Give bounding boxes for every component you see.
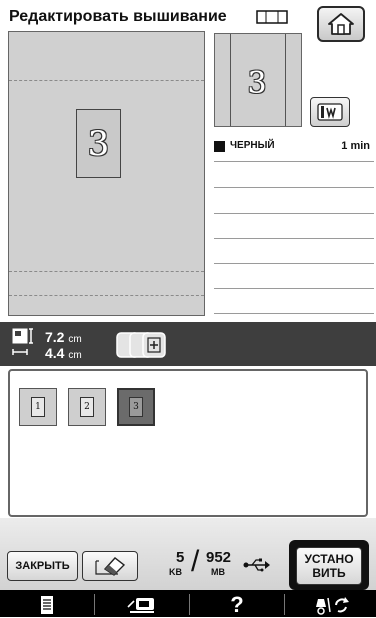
width-unit: cm (68, 334, 82, 345)
set-button[interactable]: УСТАНО ВИТЬ (296, 547, 362, 585)
settings-icon (315, 596, 349, 615)
width-value: 7.2 (45, 329, 65, 345)
frame-view-button[interactable] (310, 97, 350, 127)
set-label-line1: УСТАНО (304, 552, 354, 566)
color-list-item[interactable]: ЧЕРНЫЙ 1 min (214, 139, 374, 155)
home-button[interactable] (317, 6, 365, 42)
memory-separator: / (191, 545, 200, 578)
color-time: 1 min (341, 140, 370, 152)
pattern-item-1[interactable]: 1 (19, 388, 57, 426)
set-label-line2: ВИТЬ (312, 566, 346, 580)
memory-total-unit: MB (211, 567, 225, 577)
list-divider (214, 238, 374, 239)
delete-button[interactable] (82, 551, 138, 581)
help-label: ? (230, 591, 244, 617)
memory-used-value: 5 (176, 549, 185, 566)
pattern-item-glyph: 3 (129, 397, 143, 417)
sewing-machine-icon (127, 597, 154, 613)
color-name: ЧЕРНЫЙ (230, 140, 275, 151)
list-divider (214, 313, 374, 314)
pattern-width: 7.2 cm (45, 329, 82, 345)
multi-select-button[interactable] (113, 330, 173, 360)
document-icon (41, 595, 53, 614)
list-divider (214, 161, 374, 162)
thumbnail-glyph: 3 (247, 66, 267, 101)
pattern-selection-area (8, 369, 368, 517)
pattern-size-icon (12, 328, 33, 355)
eraser-icon (95, 557, 126, 576)
pattern-item-glyph: 2 (80, 397, 94, 417)
usb-icon (243, 558, 270, 572)
page-title: Редактировать вышивание (9, 8, 227, 25)
pattern-item-3-selected[interactable]: 3 (117, 388, 155, 426)
close-button[interactable]: ЗАКРЫТЬ (7, 551, 78, 581)
pattern-height: 4.4 cm (45, 345, 82, 361)
embroidery-frame-icon (317, 103, 343, 121)
list-divider (214, 187, 374, 188)
list-divider (214, 213, 374, 214)
tab-settings[interactable] (285, 592, 376, 617)
color-swatch (214, 141, 225, 152)
thumbnail-pattern: 3 (246, 66, 268, 101)
height-value: 4.4 (45, 345, 65, 361)
home-icon (328, 13, 354, 35)
pattern-item-2[interactable]: 2 (68, 388, 106, 426)
pattern-glyph: 3 (87, 123, 110, 164)
height-unit: cm (68, 350, 82, 361)
list-divider (214, 263, 374, 264)
guide-line (9, 271, 204, 272)
guide-line (9, 295, 204, 296)
memory-total-value: 952 (206, 549, 232, 566)
thread-color-list: ЧЕРНЫЙ 1 min (214, 139, 374, 155)
tab-help[interactable]: ? (190, 592, 284, 617)
guide-line (9, 80, 204, 81)
tab-machine[interactable] (95, 592, 189, 617)
pattern-thumbnail: 3 (214, 33, 302, 127)
tab-document[interactable] (0, 592, 94, 617)
hoop-size-icon (256, 10, 288, 24)
pattern-item-glyph: 1 (31, 397, 45, 417)
memory-used-unit: KB (169, 567, 182, 577)
embroidery-pattern[interactable]: 3 (76, 109, 121, 178)
list-divider (214, 288, 374, 289)
